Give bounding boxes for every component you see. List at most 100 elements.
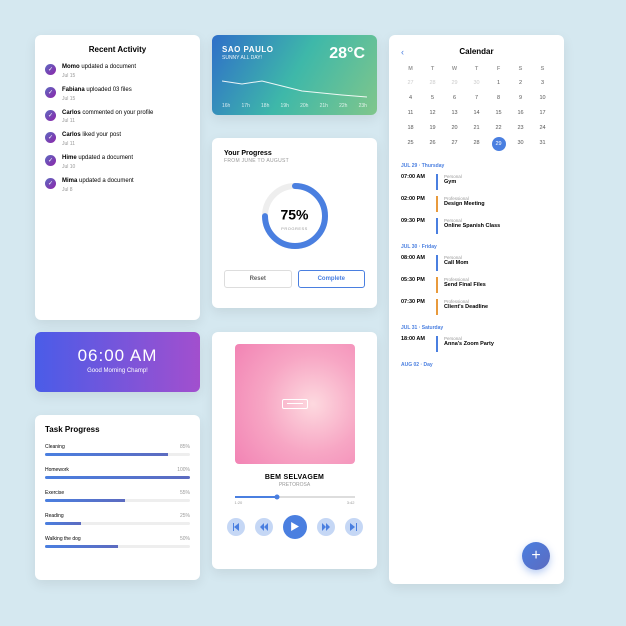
prev-track-button[interactable] (227, 518, 245, 536)
activity-item[interactable]: ✓Momo updated a documentJul 15 (45, 64, 190, 79)
check-icon: ✓ (45, 155, 56, 166)
check-icon: ✓ (45, 110, 56, 121)
event-item[interactable]: 02:00 PMProfessionalDesign Meeting (401, 196, 552, 212)
calendar-day[interactable]: 4 (401, 92, 420, 104)
calendar-day[interactable]: 21 (467, 122, 486, 134)
calendar-day[interactable]: 24 (533, 122, 552, 134)
calendar-day[interactable]: 11 (401, 107, 420, 119)
calendar-day[interactable]: 14 (467, 107, 486, 119)
event-item[interactable]: 07:30 PMProfessionalClient's Deadline (401, 299, 552, 315)
calendar-day[interactable]: 16 (511, 107, 530, 119)
calendar-day[interactable]: 30 (467, 77, 486, 89)
progress-percent: 75% (280, 207, 308, 223)
calendar-day[interactable]: 15 (489, 107, 508, 119)
add-event-button[interactable]: + (522, 542, 550, 570)
day-label: JUL 30 · Friday (401, 244, 552, 250)
task-item: Exercise55% (45, 490, 190, 502)
calendar-day[interactable]: 2 (511, 77, 530, 89)
weather-hour: 19h (281, 103, 289, 109)
task-item: Walking the dog50% (45, 536, 190, 548)
calendar-day[interactable]: 6 (445, 92, 464, 104)
weather-hour: 22h (339, 103, 347, 109)
calendar-dow: S (533, 64, 552, 74)
activity-item[interactable]: ✓Carlos commented on your profileJul 11 (45, 110, 190, 125)
calendar-day[interactable]: 13 (445, 107, 464, 119)
calendar-day[interactable]: 22 (489, 122, 508, 134)
event-item[interactable]: 08:00 AMPersonalCall Mom (401, 255, 552, 271)
calendar-day[interactable]: 18 (401, 122, 420, 134)
weather-hour: 16h (222, 103, 230, 109)
calendar-dow: F (489, 64, 508, 74)
calendar-dow: W (445, 64, 464, 74)
calendar-card: ‹ Calendar MTWTFSS2728293012345678910111… (389, 35, 564, 584)
calendar-day[interactable]: 17 (533, 107, 552, 119)
calendar-day[interactable]: 19 (423, 122, 442, 134)
calendar-dow: M (401, 64, 420, 74)
weather-card: SAO PAULO SUNNY ALL DAY! 28°C 16h17h18h1… (212, 35, 377, 115)
progress-sub: FROM JUNE TO AUGUST (224, 158, 365, 164)
calendar-day[interactable]: 5 (423, 92, 442, 104)
calendar-day[interactable]: 26 (423, 137, 442, 151)
calendar-day[interactable]: 9 (511, 92, 530, 104)
calendar-back-icon[interactable]: ‹ (401, 47, 404, 57)
progress-ring: 75% PROGRESS (224, 176, 365, 256)
day-label: AUG 02 · Day (401, 362, 552, 368)
weather-hour: 21h (320, 103, 328, 109)
activity-item[interactable]: ✓Carlos liked your postJul 11 (45, 132, 190, 147)
progress-label: PROGRESS (281, 226, 308, 231)
complete-button[interactable]: Complete (298, 270, 366, 288)
event-item[interactable]: 18:00 AMPersonalAnna's Zoom Party (401, 336, 552, 352)
calendar-day[interactable]: 28 (467, 137, 486, 151)
calendar-day[interactable]: 1 (489, 77, 508, 89)
activity-item[interactable]: ✓Hime updated a documentJul 10 (45, 155, 190, 170)
progress-card: Your Progress FROM JUNE TO AUGUST 75% PR… (212, 138, 377, 308)
recent-activity-card: Recent Activity ✓Momo updated a document… (35, 35, 200, 320)
check-icon: ✓ (45, 64, 56, 75)
day-label: JUL 29 · Thursday (401, 163, 552, 169)
calendar-title: Calendar (459, 47, 493, 56)
weather-hour: 18h (261, 103, 269, 109)
calendar-dow: S (511, 64, 530, 74)
elapsed-time: 1:20 (235, 500, 243, 505)
play-button[interactable] (283, 515, 307, 539)
rewind-button[interactable] (255, 518, 273, 536)
calendar-day[interactable]: 30 (511, 137, 530, 151)
calendar-day[interactable]: 25 (401, 137, 420, 151)
calendar-dow: T (467, 64, 486, 74)
activity-item[interactable]: ✓Fabiana uploaded 03 filesJul 15 (45, 87, 190, 102)
clock-msg: Good Morning Champ! (49, 368, 186, 374)
task-item: Homework100% (45, 467, 190, 479)
total-time: 3:42 (347, 500, 355, 505)
seek-bar[interactable] (235, 496, 355, 498)
event-item[interactable]: 07:00 AMPersonalGym (401, 174, 552, 190)
calendar-day[interactable]: 3 (533, 77, 552, 89)
task-progress-card: Task Progress Cleaning85% Homework100% Exe… (35, 415, 200, 580)
weather-chart (222, 76, 367, 101)
check-icon: ✓ (45, 178, 56, 189)
calendar-day[interactable]: 28 (423, 77, 442, 89)
calendar-day[interactable]: 12 (423, 107, 442, 119)
event-item[interactable]: 05:30 PMProfessionalSend Final Files (401, 277, 552, 293)
task-item: Cleaning85% (45, 444, 190, 456)
calendar-day[interactable]: 7 (467, 92, 486, 104)
weather-hour: 20h (300, 103, 308, 109)
calendar-day[interactable]: 27 (401, 77, 420, 89)
calendar-day[interactable]: 29 (492, 137, 506, 151)
calendar-day[interactable]: 8 (489, 92, 508, 104)
music-card: BEM SELVAGEM PRETOROSA 1:203:42 (212, 332, 377, 569)
forward-button[interactable] (317, 518, 335, 536)
event-item[interactable]: 09:30 PMPersonalOnline Spanish Class (401, 218, 552, 234)
task-progress-title: Task Progress (45, 425, 190, 434)
clock-card: 06:00 AM Good Morning Champ! (35, 332, 200, 392)
reset-button[interactable]: Reset (224, 270, 292, 288)
calendar-day[interactable]: 27 (445, 137, 464, 151)
calendar-day[interactable]: 23 (511, 122, 530, 134)
progress-title: Your Progress (224, 150, 365, 157)
calendar-day[interactable]: 20 (445, 122, 464, 134)
calendar-day[interactable]: 31 (533, 137, 552, 151)
album-art (235, 344, 355, 464)
calendar-day[interactable]: 29 (445, 77, 464, 89)
next-track-button[interactable] (345, 518, 363, 536)
activity-item[interactable]: ✓Mima updated a documentJul 8 (45, 178, 190, 193)
calendar-day[interactable]: 10 (533, 92, 552, 104)
